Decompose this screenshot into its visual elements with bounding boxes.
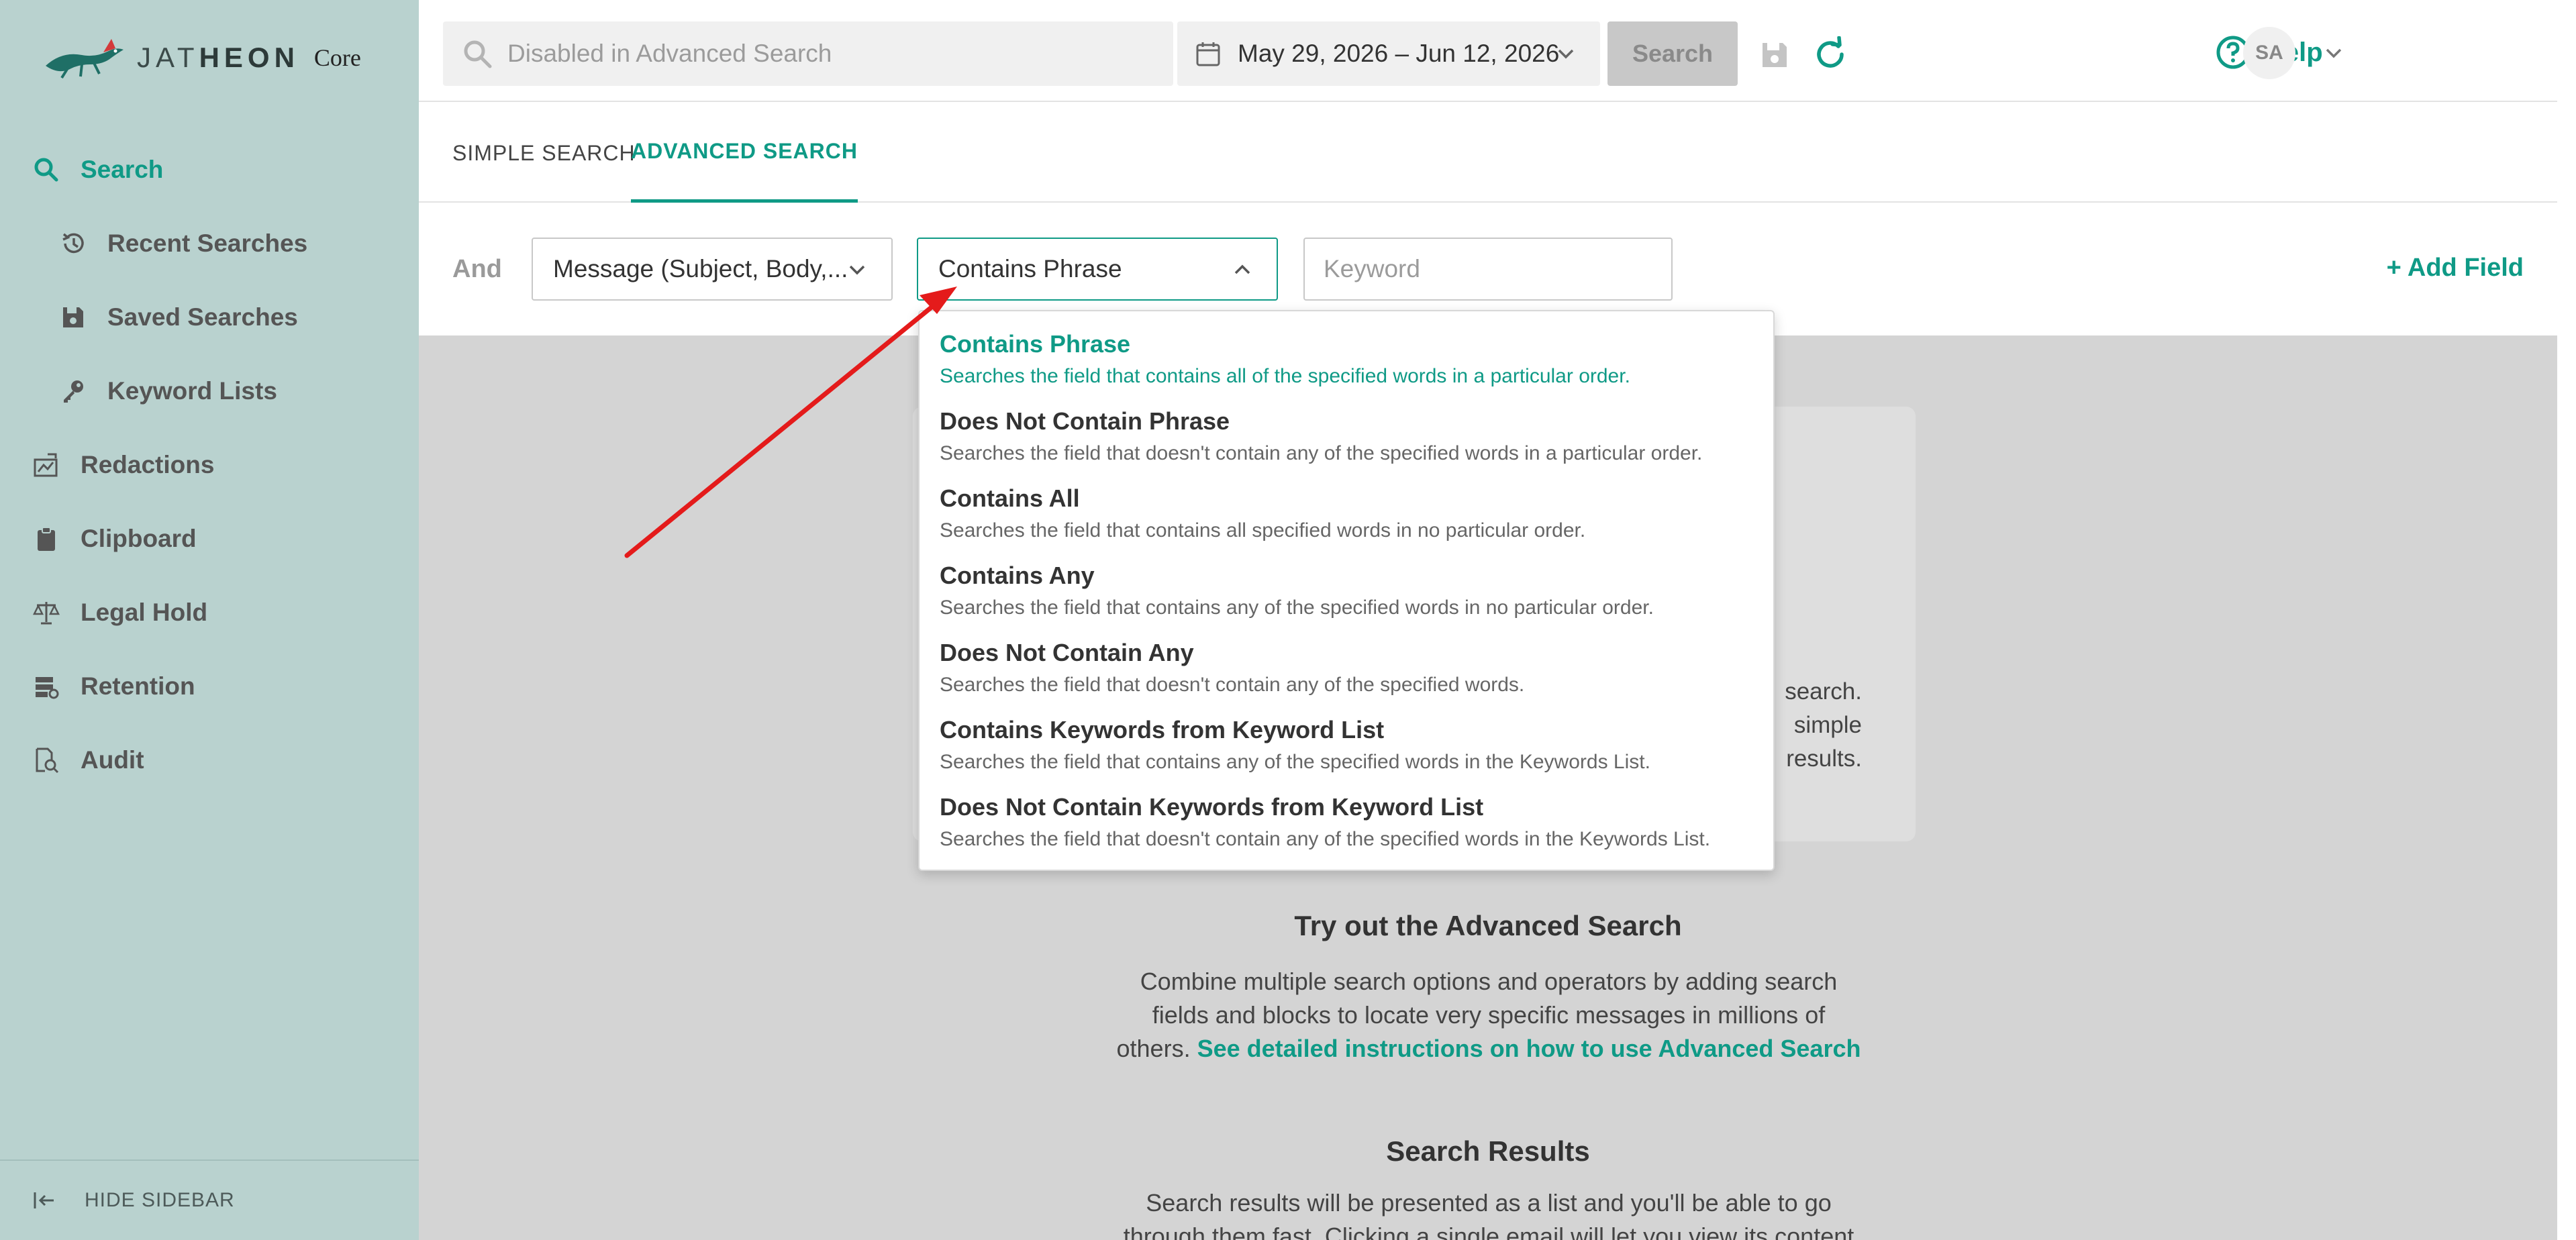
brand-logo[interactable]: JATHEON Core [42, 31, 361, 85]
redaction-icon [31, 450, 62, 480]
chevron-down-icon [849, 265, 865, 275]
sidebar-item-label: Audit [81, 746, 144, 774]
audit-icon [31, 745, 62, 776]
search-icon [464, 40, 492, 68]
sidebar: JATHEON Core Search Recent Searches Save… [0, 0, 419, 1240]
operator-dropdown: Contains Phrase Searches the field that … [918, 310, 1775, 871]
sidebar-item-label: Recent Searches [107, 229, 308, 257]
dropdown-option[interactable]: Does Not Contain Phrase Searches the fie… [940, 407, 1758, 482]
dropdown-option[interactable]: Does Not Contain Any Searches the field … [940, 639, 1758, 714]
operator-select-value: Contains Phrase [938, 255, 1122, 282]
keyword-input[interactable] [1303, 238, 1673, 301]
operator-select[interactable]: Contains Phrase [917, 238, 1278, 301]
clipboard-icon [31, 523, 62, 554]
search-icon [31, 154, 62, 185]
dropdown-option[interactable]: Does Not Contain Keywords from Keyword L… [940, 793, 1758, 868]
lizard-logo-icon [46, 39, 123, 79]
hide-sidebar-label: HIDE SIDEBAR [85, 1189, 235, 1211]
sidebar-item-saved-searches[interactable]: Saved Searches [0, 287, 419, 348]
search-results-description: Search results will be presented as a li… [1123, 1189, 1854, 1240]
save-icon [58, 302, 89, 333]
field-select[interactable]: Message (Subject, Body,... [532, 238, 893, 301]
search-input[interactable]: Disabled in Advanced Search [443, 21, 1173, 86]
tab-simple-search[interactable]: SIMPLE SEARCH [452, 103, 636, 203]
sidebar-item-retention[interactable]: Retention [0, 656, 419, 717]
save-icon[interactable] [1758, 39, 1791, 71]
add-field-button[interactable]: + Add Field [2387, 254, 2524, 282]
dropdown-option[interactable]: Contains Keywords from Keyword List Sear… [940, 716, 1758, 791]
scale-icon [31, 597, 62, 628]
sidebar-item-recent-searches[interactable]: Recent Searches [0, 213, 419, 274]
retention-icon [31, 671, 62, 702]
search-results-title: Search Results [1386, 1135, 1590, 1167]
chevron-up-icon [1234, 264, 1250, 274]
calendar-icon [1196, 42, 1220, 66]
scroll-strip [2557, 0, 2576, 1240]
sidebar-item-search[interactable]: Search [0, 140, 419, 200]
and-operator-label: And [452, 255, 502, 283]
sidebar-item-clipboard[interactable]: Clipboard [0, 509, 419, 569]
key-icon [58, 376, 89, 407]
advanced-search-title: Try out the Advanced Search [1294, 910, 1682, 941]
advanced-search-instructions-link[interactable]: See detailed instructions on how to use … [1197, 1035, 1861, 1062]
sidebar-item-audit[interactable]: Audit [0, 730, 419, 790]
collapse-icon [34, 1192, 54, 1208]
dropdown-option[interactable]: Contains Any Searches the field that con… [940, 562, 1758, 637]
app-window: JATHEON Core Search Recent Searches Save… [0, 0, 2576, 1240]
search-button[interactable]: Search [1607, 21, 1738, 86]
sidebar-item-keyword-lists[interactable]: Keyword Lists [0, 361, 419, 421]
brand-product: Core [313, 44, 361, 71]
search-tabs: SIMPLE SEARCH ADVANCED SEARCH [419, 103, 2557, 203]
sidebar-item-label: Redactions [81, 451, 215, 478]
user-avatar[interactable]: SA [2243, 27, 2295, 79]
hide-sidebar-button[interactable]: HIDE SIDEBAR [0, 1159, 419, 1240]
dropdown-option[interactable]: Contains Phrase Searches the field that … [940, 330, 1758, 405]
sidebar-item-label: Saved Searches [107, 303, 298, 331]
date-range-picker[interactable]: May 29, 2026 – Jun 12, 2026 [1177, 21, 1600, 86]
search-placeholder: Disabled in Advanced Search [507, 40, 832, 67]
tab-advanced-search[interactable]: ADVANCED SEARCH [631, 103, 858, 203]
sidebar-item-label: Legal Hold [81, 599, 208, 626]
advanced-search-description: Combine multiple search options and oper… [1116, 968, 1861, 1062]
history-icon [58, 228, 89, 259]
sidebar-item-label: Retention [81, 672, 195, 700]
sidebar-item-label: Search [81, 156, 164, 183]
top-bar: Disabled in Advanced Search May 29, 2026… [419, 0, 2576, 102]
sidebar-item-redactions[interactable]: Redactions [0, 435, 419, 495]
refresh-icon[interactable] [1812, 36, 1848, 72]
sidebar-item-legal-hold[interactable]: Legal Hold [0, 582, 419, 643]
chevron-down-icon[interactable] [2322, 42, 2345, 64]
date-range-value: May 29, 2026 – Jun 12, 2026 [1238, 40, 1560, 67]
field-select-value: Message (Subject, Body,... [553, 255, 848, 282]
chevron-down-icon [1558, 49, 1574, 59]
dropdown-option[interactable]: Contains All Searches the field that con… [940, 484, 1758, 560]
sidebar-item-label: Clipboard [81, 525, 197, 552]
sidebar-item-label: Keyword Lists [107, 377, 277, 405]
brand-name: JATHEON [137, 42, 299, 73]
